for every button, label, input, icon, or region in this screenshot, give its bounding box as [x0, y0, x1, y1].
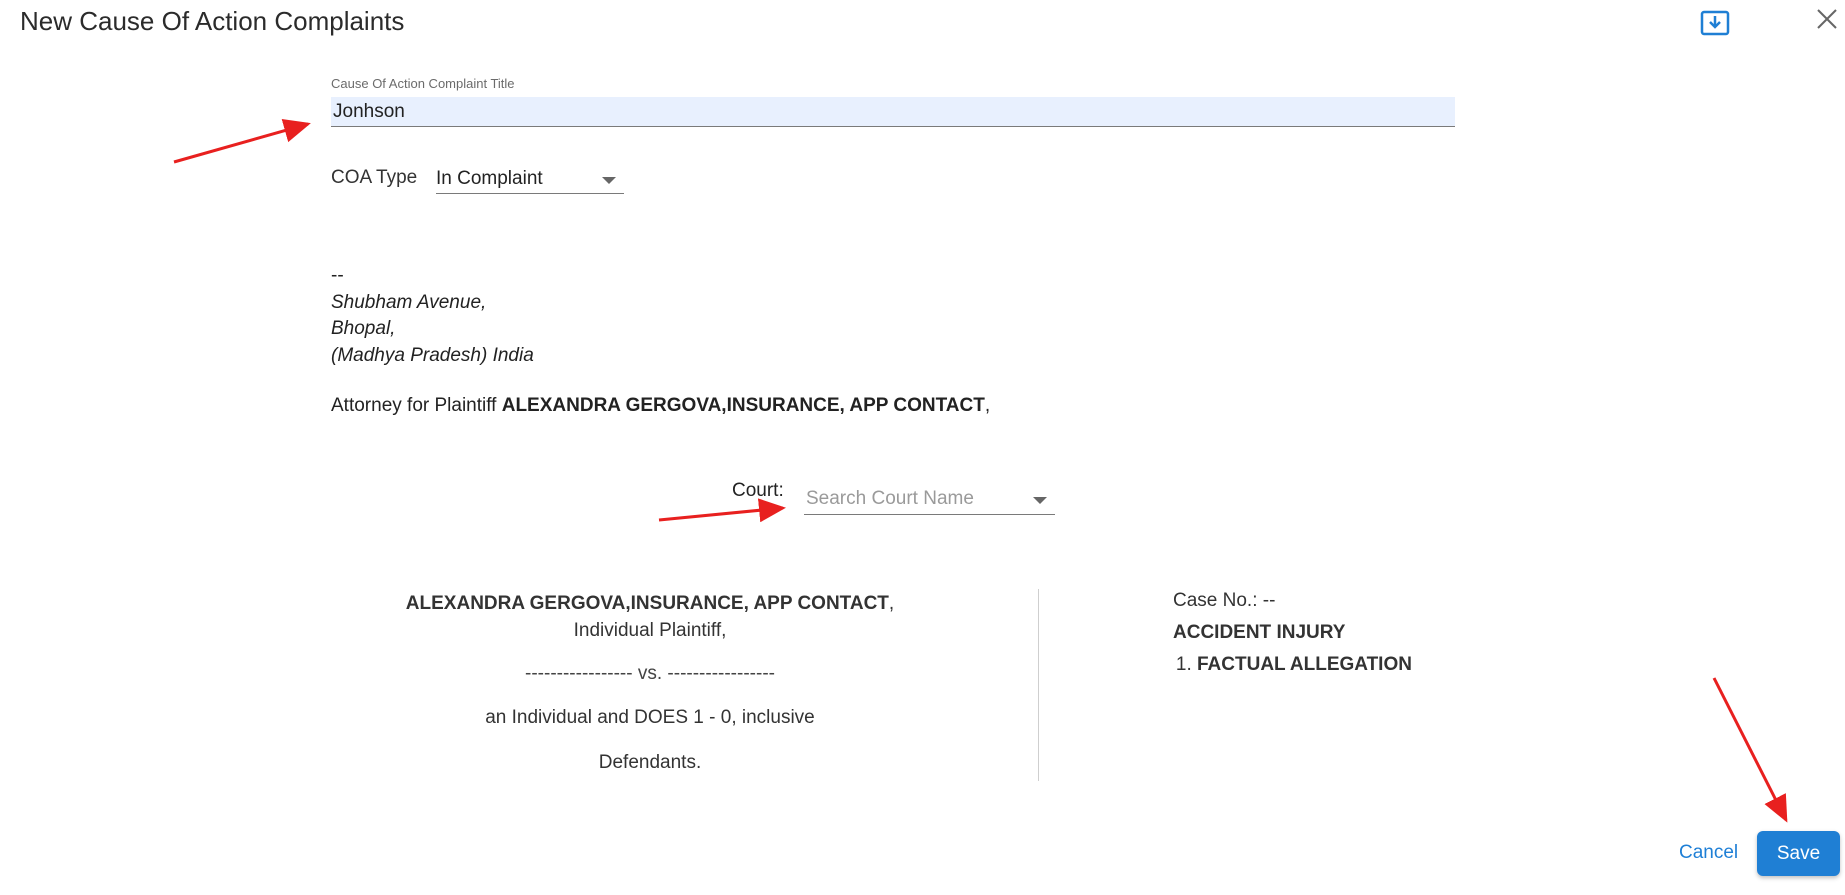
- address-line-3: (Madhya Pradesh) India: [331, 344, 534, 366]
- list-item: FACTUAL ALLEGATION: [1197, 654, 1412, 676]
- coa-type-select[interactable]: In Complaint: [436, 164, 624, 194]
- annotation-arrows: [173, 119, 1788, 823]
- attorney-line: Attorney for Plaintiff ALEXANDRA GERGOVA…: [331, 395, 990, 417]
- chevron-down-icon: [1033, 497, 1047, 504]
- title-field-label: Cause Of Action Complaint Title: [331, 76, 515, 91]
- case-heading: ACCIDENT INJURY: [1173, 622, 1346, 643]
- attorney-suffix: ,: [984, 395, 991, 416]
- close-icon: [1817, 9, 1837, 29]
- annotation-arrow: [658, 498, 786, 523]
- attorney-address: -- Shubham Avenue, Bhopal, (Madhya Prade…: [331, 263, 534, 369]
- coa-type-value: In Complaint: [436, 167, 543, 189]
- annotation-arrow: [173, 119, 311, 164]
- annotation-arrow: [1712, 677, 1788, 823]
- allegation-list: FACTUAL ALLEGATION: [1173, 654, 1412, 676]
- address-line-1: Shubham Avenue,: [331, 291, 487, 313]
- complaint-title-input[interactable]: [331, 97, 1455, 127]
- cancel-button[interactable]: Cancel: [1679, 842, 1738, 864]
- save-button[interactable]: Save: [1757, 831, 1840, 876]
- download-icon: [1700, 10, 1730, 36]
- chevron-down-icon: [602, 177, 616, 184]
- defendants-line: an Individual and DOES 1 - 0, inclusive: [485, 707, 815, 728]
- address-dashes: --: [331, 265, 344, 286]
- case-caption-parties: ALEXANDRA GERGOVA,INSURANCE, APP CONTACT…: [380, 590, 920, 774]
- plaintiff-line: ALEXANDRA GERGOVA,INSURANCE, APP CONTACT…: [380, 590, 920, 644]
- address-line-2: Bhopal,: [331, 318, 396, 339]
- dialog-title: New Cause Of Action Complaints: [20, 6, 405, 36]
- case-number: Case No.: --: [1173, 590, 1276, 611]
- download-button[interactable]: [1700, 8, 1730, 38]
- versus-line: ----------------- vs. -----------------: [525, 663, 775, 684]
- court-search-input[interactable]: [804, 486, 1023, 511]
- plaintiff-names: ALEXANDRA GERGOVA,INSURANCE, APP CONTACT: [405, 593, 889, 614]
- close-button[interactable]: [1813, 4, 1843, 34]
- attorney-plaintiff-names: ALEXANDRA GERGOVA,INSURANCE, APP CONTACT: [501, 395, 985, 416]
- caption-divider: [1038, 589, 1039, 781]
- attorney-prefix: Attorney for Plaintiff: [331, 395, 497, 416]
- coa-type-label: COA Type: [331, 167, 418, 188]
- court-select[interactable]: [804, 483, 1055, 515]
- court-label: Court:: [732, 480, 784, 501]
- defendants-label: Defendants.: [598, 752, 702, 773]
- case-info: Case No.: -- ACCIDENT INJURY FACTUAL ALL…: [1173, 590, 1412, 676]
